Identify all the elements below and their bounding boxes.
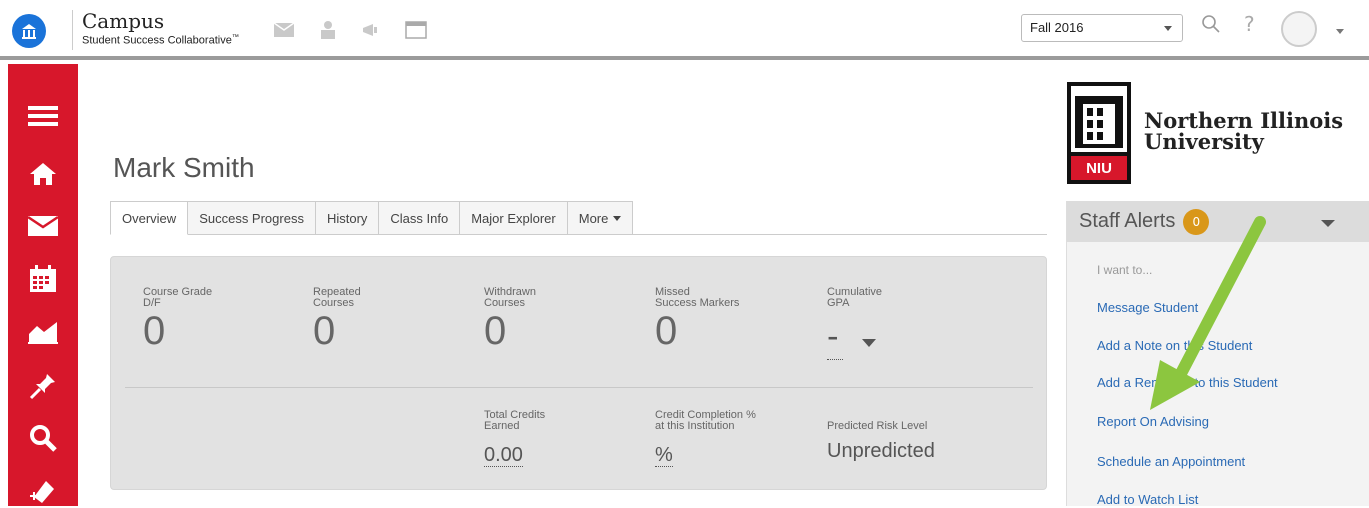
stat-course-grade: Course Grade D/F 0 xyxy=(143,287,212,354)
pin-icon[interactable] xyxy=(8,366,78,406)
stat-total-credits: Total Credits Earned 0.00 xyxy=(484,410,545,467)
add-to-watch-list-link[interactable]: Add to Watch List xyxy=(1097,492,1198,507)
home-icon[interactable] xyxy=(8,154,78,194)
stat-label: Credit Completion % at this Institution xyxy=(655,409,756,432)
term-select[interactable]: Fall 2016 xyxy=(1021,14,1183,42)
stat-label: Course Grade D/F xyxy=(143,286,213,309)
chevron-down-icon[interactable] xyxy=(1321,220,1335,227)
alerts-prompt: I want to... xyxy=(1097,263,1153,277)
term-select-value: Fall 2016 xyxy=(1030,20,1084,35)
tab-class-info[interactable]: Class Info xyxy=(379,201,461,235)
stat-label: Repeated Courses xyxy=(313,286,361,309)
brand-subtitle-text: Student Success Collaborative xyxy=(82,34,232,47)
tab-major-explorer[interactable]: Major Explorer xyxy=(460,201,568,235)
tab-label: More xyxy=(578,210,609,226)
add-note-link[interactable]: Add a Note on this Student xyxy=(1097,338,1252,353)
panel-divider xyxy=(125,387,1033,388)
add-reminder-link[interactable]: Add a Reminder to this Student xyxy=(1097,375,1278,390)
stat-value[interactable]: % xyxy=(655,444,673,467)
brand-subtitle: Student Success Collaborative™ xyxy=(82,34,239,47)
campus-logo-icon[interactable] xyxy=(12,14,46,48)
calendar-icon[interactable] xyxy=(8,259,78,299)
menu-icon[interactable] xyxy=(8,96,78,136)
stat-value: 0 xyxy=(143,309,166,353)
brand-title: Campus xyxy=(82,9,165,33)
avatar[interactable] xyxy=(1281,11,1317,47)
tab-success-progress[interactable]: Success Progress xyxy=(188,201,316,235)
tab-history[interactable]: History xyxy=(315,201,380,235)
report-on-advising-link[interactable]: Report On Advising xyxy=(1097,414,1209,429)
stat-value: Unpredicted xyxy=(827,440,935,462)
sidebar xyxy=(8,64,78,506)
stat-value[interactable]: 0.00 xyxy=(484,444,523,467)
stat-label: Total Credits Earned xyxy=(484,409,546,432)
stats-panel: Course Grade D/F 0 Repeated Courses 0 Wi… xyxy=(110,256,1047,490)
stat-label: Withdrawn Courses xyxy=(484,286,536,309)
help-icon[interactable]: ? xyxy=(1244,12,1255,36)
niu-logo: NIU xyxy=(1067,82,1131,184)
mail-icon[interactable] xyxy=(270,18,298,42)
stat-value: 0 xyxy=(484,309,507,353)
institution-name: Northern Illinois University xyxy=(1144,108,1344,154)
page-title: Mark Smith xyxy=(113,152,255,183)
stat-label: Missed Success Markers xyxy=(655,286,740,309)
chevron-down-icon xyxy=(1164,26,1172,31)
alerts-count-badge: 0 xyxy=(1183,208,1210,235)
advisor-icon[interactable] xyxy=(314,18,342,42)
tab-label: Overview xyxy=(122,210,177,226)
chevron-down-icon[interactable] xyxy=(1336,29,1344,34)
stat-withdrawn-courses: Withdrawn Courses 0 xyxy=(484,287,536,354)
trademark-mark: ™ xyxy=(231,34,239,41)
window-icon[interactable] xyxy=(402,18,430,42)
tab-label: Class Info xyxy=(390,210,449,226)
stat-missed-markers: Missed Success Markers 0 xyxy=(655,287,739,354)
chevron-down-icon xyxy=(613,215,622,221)
niu-abbr: NIU xyxy=(1086,160,1112,177)
tab-bar: Overview Success Progress History Class … xyxy=(110,201,634,235)
stat-label: Predicted Risk Level xyxy=(827,420,928,432)
tab-label: History xyxy=(326,210,368,226)
envelope-icon[interactable] xyxy=(8,206,78,246)
stat-credit-completion: Credit Completion % at this Institution … xyxy=(655,410,756,467)
tab-overview[interactable]: Overview xyxy=(110,201,189,235)
staff-alerts-title: Staff Alerts xyxy=(1079,210,1176,232)
megaphone-icon[interactable] xyxy=(358,18,386,42)
chevron-down-icon[interactable] xyxy=(861,338,876,347)
gpa-value: - xyxy=(827,317,839,355)
staff-alerts-panel: Staff Alerts 0 I want to... Message Stud… xyxy=(1066,201,1369,507)
message-student-link[interactable]: Message Student xyxy=(1097,300,1198,315)
stat-label: Cumulative GPA xyxy=(827,286,883,309)
tab-more[interactable]: More xyxy=(567,201,634,235)
schedule-appointment-link[interactable]: Schedule an Appointment xyxy=(1097,454,1245,469)
tab-label: Success Progress xyxy=(199,210,304,226)
stat-value: 0 xyxy=(313,309,336,353)
search-icon[interactable] xyxy=(8,418,78,458)
top-bar: Campus Student Success Collaborative™ Fa… xyxy=(0,0,1369,60)
search-icon[interactable] xyxy=(1201,14,1225,38)
brand-divider xyxy=(72,10,73,50)
add-user-icon[interactable] xyxy=(8,468,78,508)
chart-icon[interactable] xyxy=(8,312,78,352)
stat-value: 0 xyxy=(655,309,678,353)
stat-predicted-risk: Predicted Risk Level Unpredicted xyxy=(827,421,935,463)
staff-alerts-header[interactable]: Staff Alerts 0 xyxy=(1067,201,1369,242)
top-icons xyxy=(270,18,430,42)
stat-cumulative-gpa[interactable]: Cumulative GPA - xyxy=(827,287,882,360)
tab-label: Major Explorer xyxy=(471,210,556,226)
gpa-underline xyxy=(827,359,843,360)
stat-repeated-courses: Repeated Courses 0 xyxy=(313,287,361,354)
